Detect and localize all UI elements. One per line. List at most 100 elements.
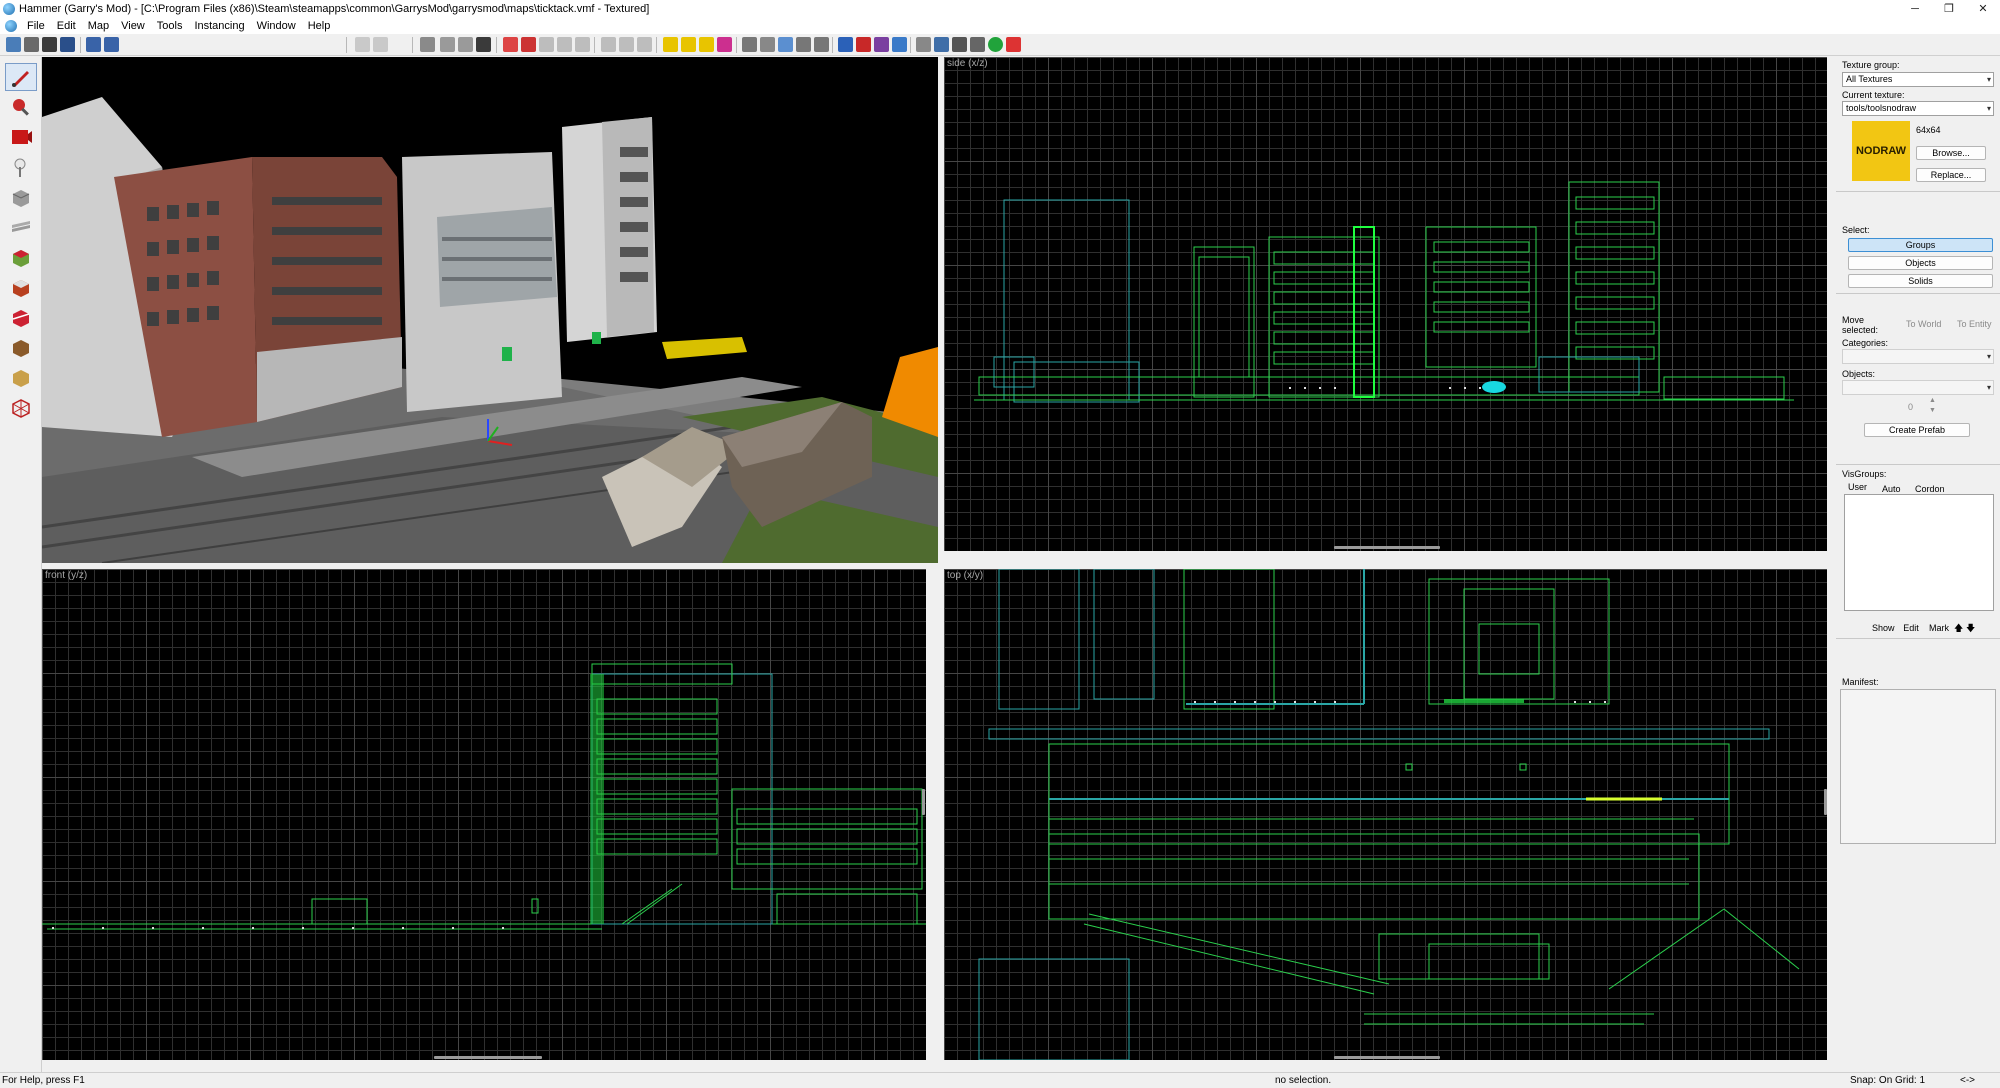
texture-group-combo[interactable]: All Textures ▾ (1842, 72, 1994, 87)
dev-icon[interactable] (1006, 37, 1021, 52)
select-by-handles-icon[interactable] (760, 37, 775, 52)
visgroup-down-icon[interactable]: 🡇 (1966, 621, 1975, 637)
status-bar: For Help, press F1 no selection. Snap: O… (0, 1072, 2000, 1088)
texture-lock-icon[interactable] (778, 37, 793, 52)
close-button[interactable]: ✕ (1966, 0, 2000, 17)
ungroup-icon[interactable] (104, 37, 119, 52)
menu-file[interactable]: File (21, 20, 51, 32)
viewport-3d-textured[interactable] (42, 57, 938, 563)
grid-settings-icon[interactable] (952, 37, 967, 52)
hide-unselected-icon[interactable] (458, 37, 473, 52)
menu-view[interactable]: View (115, 20, 151, 32)
to-world-button[interactable]: To World (1906, 319, 1941, 329)
menu-help[interactable]: Help (302, 20, 337, 32)
overlay-tool[interactable] (5, 273, 37, 301)
compile-icon[interactable] (988, 37, 1003, 52)
camera-tool[interactable] (5, 123, 37, 151)
save-icon[interactable] (420, 37, 435, 52)
menu-window[interactable]: Window (251, 20, 302, 32)
viewport-side-xz[interactable]: side (x/z) (944, 57, 1827, 551)
menu-tools[interactable]: Tools (151, 20, 189, 32)
visgroups-tab-cordon[interactable]: Cordon (1915, 484, 1945, 494)
selection-box-icon[interactable] (742, 37, 757, 52)
hazard-icon-1[interactable] (663, 37, 678, 52)
3d-grid-icon[interactable] (24, 37, 39, 52)
current-texture-label: Current texture: (1842, 90, 1905, 100)
spin-up-icon[interactable]: ▲ (1929, 397, 1936, 404)
align-right-icon[interactable] (557, 37, 572, 52)
objects-combo[interactable]: ▾ (1842, 380, 1994, 395)
hazard-icon-2[interactable] (681, 37, 696, 52)
viewport-top-xy[interactable]: top (x/y) (944, 569, 1827, 1060)
visgroups-tab-auto[interactable]: Auto (1882, 484, 1901, 494)
visgroups-show-button[interactable]: Show (1871, 621, 1895, 635)
texture-preview-text: NODRAW (1855, 145, 1907, 157)
texture-application-tool[interactable] (5, 213, 37, 241)
selection-tool[interactable] (5, 63, 37, 91)
texture-icon (12, 221, 30, 232)
magnify-tool[interactable] (5, 93, 37, 121)
run-map-icon[interactable] (892, 37, 907, 52)
select-solids-button[interactable]: Solids (1848, 274, 1993, 288)
align-top-icon[interactable] (575, 37, 590, 52)
spin-down-icon[interactable]: ▼ (1929, 407, 1936, 414)
hammer-app-icon (3, 2, 15, 15)
carve-icon[interactable] (60, 37, 75, 52)
show-all-icon[interactable] (476, 37, 491, 52)
scale-texture-icon[interactable] (796, 37, 811, 52)
menu-edit[interactable]: Edit (51, 20, 82, 32)
group-icon[interactable] (86, 37, 101, 52)
align-left-icon[interactable] (539, 37, 554, 52)
cordon-icon[interactable] (934, 37, 949, 52)
pointfile-icon[interactable] (42, 37, 57, 52)
restore-button[interactable]: ❐ (1932, 0, 1966, 17)
vertex-tool[interactable] (5, 333, 37, 361)
manifest-list[interactable] (1840, 689, 1996, 844)
objects-spin-value[interactable]: 0 (1908, 402, 1913, 412)
menu-instancing[interactable]: Instancing (188, 20, 250, 32)
texture-app-icon[interactable] (717, 37, 732, 52)
replace-button[interactable]: Replace... (1916, 168, 1986, 182)
cm-icon[interactable] (970, 37, 985, 52)
flip-icon[interactable] (916, 37, 931, 52)
cordon-tool[interactable] (5, 393, 37, 421)
path-tool[interactable] (5, 363, 37, 391)
select-objects-button[interactable]: Objects (1848, 256, 1993, 270)
browse-button[interactable]: Browse... (1916, 146, 1986, 160)
cut-icon[interactable] (601, 37, 616, 52)
texture-preview[interactable]: NODRAW (1852, 121, 1910, 181)
check-problems-icon[interactable] (874, 37, 889, 52)
quick-hide-icon[interactable] (838, 37, 853, 52)
document-icon[interactable] (5, 19, 17, 32)
to-entity-button[interactable]: To Entity (1957, 319, 1992, 329)
hide-selected-icon[interactable] (440, 37, 455, 52)
select-groups-button[interactable]: Groups (1848, 238, 1993, 252)
grid-toggle-icon[interactable] (6, 37, 21, 52)
categories-combo[interactable]: ▾ (1842, 349, 1994, 364)
toggle-texlock-icon[interactable] (503, 37, 518, 52)
redo-icon[interactable] (373, 37, 388, 52)
viewport-label-front: front (y/z) (45, 570, 88, 581)
create-prefab-button[interactable]: Create Prefab (1864, 423, 1970, 437)
visgroup-up-icon[interactable]: 🡅 (1954, 621, 1963, 637)
viewport-front-yz[interactable]: front (y/z) (42, 569, 926, 1060)
entity-tool[interactable] (5, 153, 37, 181)
menu-map[interactable]: Map (82, 20, 115, 32)
undo-icon[interactable] (355, 37, 370, 52)
visgroups-mark-button[interactable]: Mark (1926, 621, 1952, 635)
hazard-icon-3[interactable] (699, 37, 714, 52)
block-tool[interactable] (5, 183, 37, 211)
texture-scale-lock-icon[interactable] (521, 37, 536, 52)
current-texture-combo[interactable]: tools/toolsnodraw ▾ (1842, 101, 1994, 116)
clipping-tool[interactable] (5, 303, 37, 331)
copy-icon[interactable] (619, 37, 634, 52)
apply-decal-tool[interactable] (5, 243, 37, 271)
visgroups-edit-button[interactable]: Edit (1900, 621, 1922, 635)
visgroups-list[interactable] (1844, 494, 1994, 611)
magic-icon[interactable] (814, 37, 829, 52)
entity-report-icon[interactable] (856, 37, 871, 52)
visgroups-tab-user[interactable]: User (1848, 482, 1867, 492)
minimize-button[interactable]: ─ (1898, 0, 1932, 17)
select-label: Select: (1842, 225, 1870, 235)
paste-icon[interactable] (637, 37, 652, 52)
